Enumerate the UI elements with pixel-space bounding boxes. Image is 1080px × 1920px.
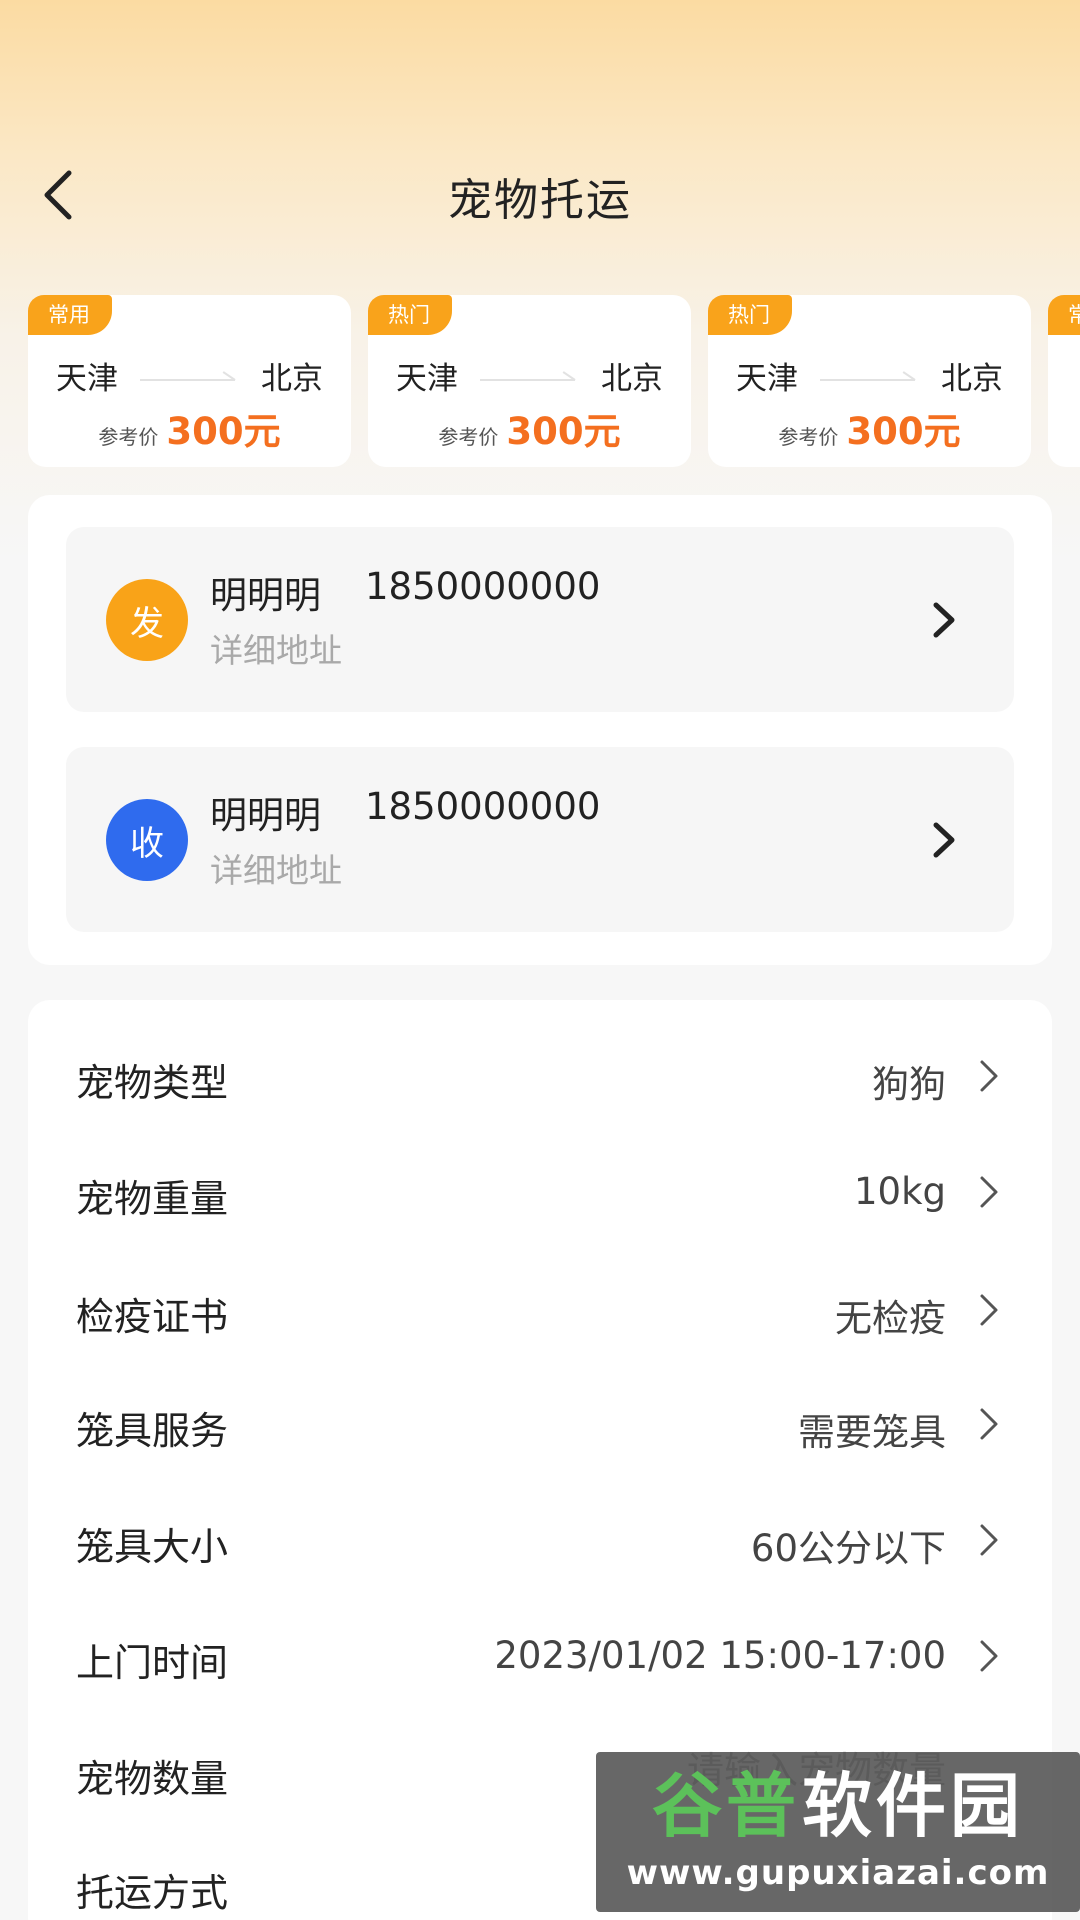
chevron-right-icon [980,1294,998,1326]
sender-badge: 发 [106,579,188,661]
receiver-address: 详细地址 [210,851,342,890]
pet-count-label: 宠物数量 [76,1757,229,1801]
navigation-bar: 宠物托运 [0,140,1080,250]
quarantine-value: 无检疫 [835,1297,946,1340]
pickup-time-value: 2023/01/02 15:00-17:00 [494,1634,946,1677]
cage-size-label: 笼具大小 [76,1525,229,1569]
route-destination: 北京 [601,360,663,397]
route-tag: 常 [1048,295,1080,335]
cage-service-value: 需要笼具 [798,1411,946,1454]
shipping-method-label: 托运方式 [76,1871,229,1915]
route-origin: 天津 [396,360,458,397]
route-tag: 常用 [28,295,112,335]
chevron-right-icon [980,1640,998,1672]
route-price: 300元 [846,410,961,453]
receiver-row[interactable]: 收 明明明 1850000000 详细地址 [66,747,1014,932]
quarantine-label: 检疫证书 [76,1295,229,1339]
pet-weight-row[interactable]: 宠物重量 10kg [76,1134,1004,1250]
address-card: 发 明明明 1850000000 详细地址 收 明明明 1850000000 详… [28,495,1052,965]
route-origin: 天津 [56,360,118,397]
chevron-right-icon [980,1060,998,1092]
route-carousel[interactable]: 常用 天津 北京 参考价 300元 热门 天津 北京 参考价 300元 热门 天… [0,295,1080,470]
chevron-right-icon [980,1176,998,1208]
receiver-name: 明明明 [210,794,321,837]
route-arrow-icon [820,371,916,381]
route-tag: 热门 [708,295,792,335]
pet-type-value: 狗狗 [872,1063,946,1106]
header-background [0,0,1080,560]
pickup-time-row[interactable]: 上门时间 2023/01/02 15:00-17:00 [76,1598,1004,1714]
chevron-right-icon [980,1524,998,1556]
watermark-logo: 谷普 软件园 www.gupuxiazai.com [596,1752,1080,1912]
route-price: 300元 [166,410,281,453]
route-destination: 北京 [261,360,323,397]
route-card[interactable]: 热门 天津 北京 参考价 300元 [368,295,691,467]
route-card[interactable]: 热门 天津 北京 参考价 300元 [708,295,1031,467]
quarantine-row[interactable]: 检疫证书 无检疫 [76,1252,1004,1368]
pet-weight-value: 10kg [854,1170,946,1213]
sender-name: 明明明 [210,574,321,617]
cage-service-label: 笼具服务 [76,1409,229,1453]
route-origin: 天津 [736,360,798,397]
chevron-right-icon [933,822,955,858]
pet-type-row[interactable]: 宠物类型 狗狗 [76,1018,1004,1134]
chevron-right-icon [933,602,955,638]
route-price: 300元 [506,410,621,453]
price-label: 参考价 [778,425,839,449]
route-destination: 北京 [941,360,1003,397]
route-arrow-icon [140,371,236,381]
page-title: 宠物托运 [448,175,632,226]
route-card[interactable]: 常 [1048,295,1080,467]
chevron-right-icon [980,1408,998,1440]
receiver-badge: 收 [106,799,188,881]
watermark-brand-green: 谷普 [652,1765,800,1847]
pet-type-label: 宠物类型 [76,1061,229,1105]
pet-weight-label: 宠物重量 [76,1177,229,1221]
cage-size-row[interactable]: 笼具大小 60公分以下 [76,1482,1004,1598]
sender-address: 详细地址 [210,631,342,670]
watermark-url: www.gupuxiazai.com [626,1853,1050,1893]
price-label: 参考价 [98,425,159,449]
watermark-brand-white: 软件园 [802,1765,1024,1847]
cage-size-value: 60公分以下 [750,1527,946,1570]
route-card[interactable]: 常用 天津 北京 参考价 300元 [28,295,351,467]
receiver-phone: 1850000000 [365,785,601,828]
cage-service-row[interactable]: 笼具服务 需要笼具 [76,1366,1004,1482]
sender-phone: 1850000000 [365,565,601,608]
route-tag: 热门 [368,295,452,335]
route-arrow-icon [480,371,576,381]
pickup-time-label: 上门时间 [76,1641,229,1685]
price-label: 参考价 [438,425,499,449]
sender-row[interactable]: 发 明明明 1850000000 详细地址 [66,527,1014,712]
